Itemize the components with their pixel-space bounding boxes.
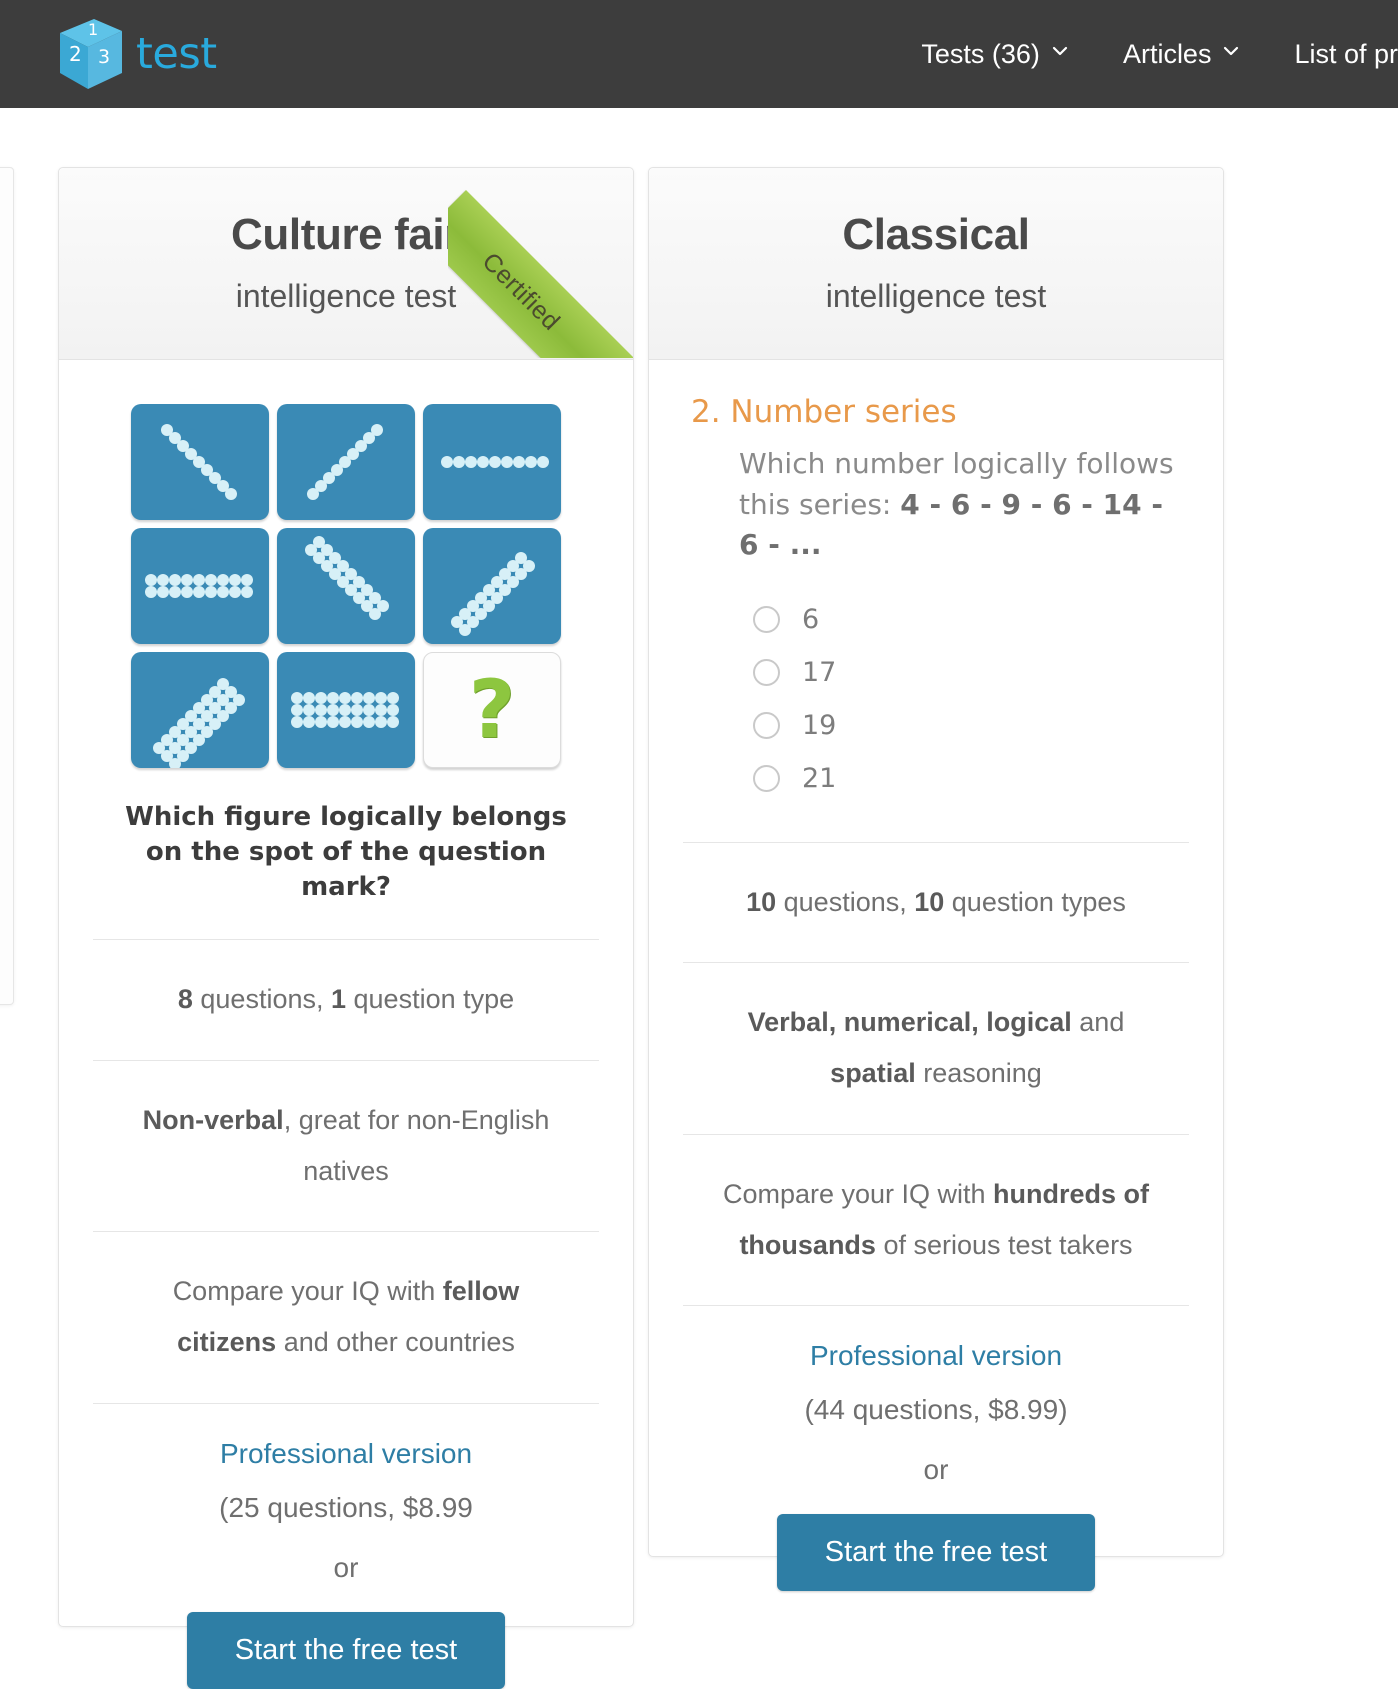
puzzle-cell <box>131 652 269 768</box>
test-card-classical: Classical intelligence test 2. Number se… <box>648 167 1224 1592</box>
puzzle-cell <box>277 652 415 768</box>
feature-text: 10 questions, 10 question types <box>746 886 1126 917</box>
nav-label-tests: Tests (36) <box>921 38 1040 69</box>
card-body-classical: 2. Number series Which number logically … <box>649 360 1223 1592</box>
cta-block: Professional version (25 questions, $8.9… <box>93 1402 599 1689</box>
radio-icon[interactable] <box>753 658 780 686</box>
or-separator: or <box>333 1551 359 1583</box>
feature-text: 8 questions, 1 question type <box>177 984 515 1015</box>
sample-question: 2. Number series Which number logically … <box>649 360 1223 826</box>
radio-icon[interactable] <box>753 711 780 739</box>
puzzle-cell <box>131 528 269 644</box>
start-free-test-button[interactable]: Start the free test <box>186 1611 506 1689</box>
card-body-culture-fair: ? Which figure logically belongs on the … <box>59 404 633 1689</box>
nav-item-tests[interactable]: Tests (36) <box>921 39 1069 70</box>
professional-version-link[interactable]: Professional version <box>93 1438 599 1470</box>
professional-version-price: (25 questions, $8.99 <box>219 1491 473 1523</box>
feature-row: Compare your IQ with fellow citizens and… <box>93 1231 599 1403</box>
question-type-title: 2. Number series <box>691 394 957 430</box>
question-mark-icon: ? <box>468 663 516 756</box>
svg-text:1: 1 <box>88 20 98 39</box>
or-separator: or <box>923 1454 949 1486</box>
nav-item-list-of-professionals[interactable]: List of pr <box>1294 39 1398 70</box>
nav-label-articles: Articles <box>1122 38 1212 69</box>
certified-ribbon-label: Certified <box>476 246 566 336</box>
puzzle-cell <box>131 404 269 520</box>
page-content: Culture fair intelligence test Certified <box>0 108 1398 1689</box>
puzzle-cell <box>277 404 415 520</box>
cube-logo-icon: 2 3 1 <box>54 15 128 93</box>
answer-options: 6 17 19 21 <box>753 604 1181 794</box>
answer-option[interactable]: 17 <box>753 657 1181 688</box>
answer-option-label: 19 <box>802 709 837 741</box>
feature-text: Verbal, numerical, logical and spatial r… <box>747 1007 1125 1089</box>
logo-wordmark: test <box>136 29 217 79</box>
answer-option-label: 6 <box>802 603 820 635</box>
card-title: Classical <box>842 209 1030 259</box>
answer-option[interactable]: 19 <box>753 710 1181 741</box>
puzzle-question-text: Which figure logically belongs on the sp… <box>125 802 567 903</box>
card-title: Culture fair <box>231 209 461 259</box>
main-nav: Tests (36) Articles List of pr <box>921 0 1398 108</box>
site-header: 2 3 1 test Tests (36) Articles List of p… <box>0 0 1398 108</box>
radio-icon[interactable] <box>753 605 780 633</box>
feature-row: Non-verbal, great for non-English native… <box>93 1059 599 1232</box>
puzzle-cell <box>423 404 561 520</box>
card-header-classical: Classical intelligence test <box>649 168 1223 360</box>
professional-version-link[interactable]: Professional version <box>683 1340 1189 1372</box>
start-free-test-button[interactable]: Start the free test <box>776 1514 1096 1592</box>
feature-text: Non-verbal, great for non-English native… <box>142 1104 550 1186</box>
radio-icon[interactable] <box>753 764 780 792</box>
puzzle-cell <box>277 528 415 644</box>
chevron-down-icon <box>1051 42 1069 60</box>
answer-option[interactable]: 21 <box>753 763 1181 794</box>
partial-card-left-edge <box>0 167 14 1005</box>
answer-option-label: 17 <box>802 656 837 688</box>
card-header-culture-fair: Culture fair intelligence test Certified <box>59 168 633 360</box>
feature-row: 8 questions, 1 question type <box>93 939 599 1059</box>
chevron-down-icon <box>1222 42 1240 60</box>
puzzle-cell <box>423 528 561 644</box>
answer-option[interactable]: 6 <box>753 604 1181 635</box>
certified-ribbon: Certified <box>448 168 633 358</box>
puzzle-grid: ? <box>131 404 561 768</box>
card-subtitle: intelligence test <box>825 278 1047 315</box>
puzzle-answer-cell: ? <box>423 652 561 768</box>
feature-row: Compare your IQ with hundreds of thousan… <box>683 1133 1189 1306</box>
feature-row: Verbal, numerical, logical and spatial r… <box>683 962 1189 1134</box>
svg-text:3: 3 <box>98 46 110 68</box>
card-subtitle: intelligence test <box>235 278 457 315</box>
test-card-culture-fair: Culture fair intelligence test Certified <box>58 167 634 1689</box>
professional-version-price: (44 questions, $8.99) <box>804 1394 1068 1426</box>
nav-item-articles[interactable]: Articles <box>1123 39 1241 70</box>
cta-block: Professional version (44 questions, $8.9… <box>683 1305 1189 1592</box>
answer-option-label: 21 <box>802 762 837 794</box>
nav-label-list: List of pr <box>1294 38 1398 69</box>
feature-text: Compare your IQ with hundreds of thousan… <box>722 1178 1150 1260</box>
feature-row: 10 questions, 10 question types <box>683 841 1189 962</box>
svg-text:2: 2 <box>69 42 82 66</box>
question-prompt: Which number logically follows this seri… <box>739 444 1181 566</box>
feature-text: Compare your IQ with fellow citizens and… <box>172 1276 520 1358</box>
site-logo[interactable]: 2 3 1 test <box>54 15 217 93</box>
